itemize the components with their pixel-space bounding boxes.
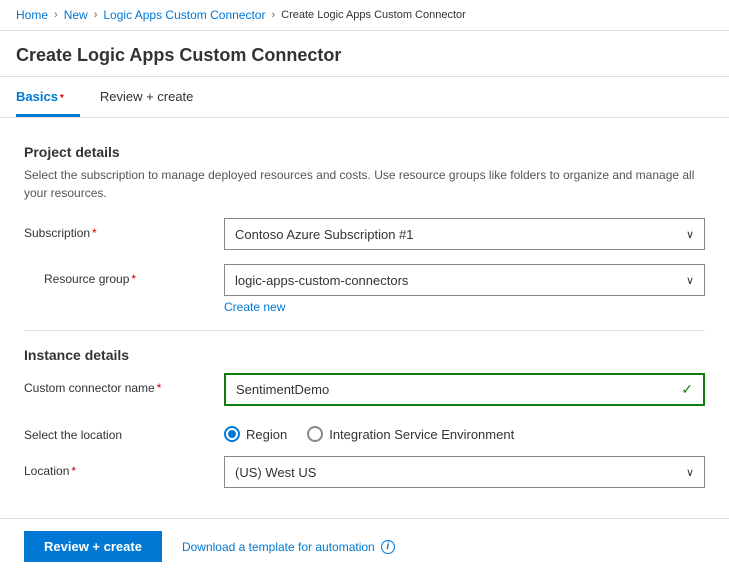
location-select[interactable]: (US) West US ∨ [224, 456, 705, 488]
project-details-title: Project details [24, 144, 705, 160]
location-type-row: Select the location Region Integration S… [24, 420, 705, 442]
connector-name-row: Custom connector name* SentimentDemo ✓ [24, 373, 705, 406]
radio-region-circle [224, 426, 240, 442]
create-new-link[interactable]: Create new [224, 300, 285, 314]
connector-name-control: SentimentDemo ✓ [224, 373, 705, 406]
footer: Review + create Download a template for … [0, 518, 729, 574]
location-type-control: Region Integration Service Environment [224, 420, 705, 442]
location-type-label: Select the location [24, 420, 224, 442]
location-label: Location* [24, 456, 224, 478]
review-create-button[interactable]: Review + create [24, 531, 162, 562]
breadcrumb-connector[interactable]: Logic Apps Custom Connector [103, 8, 265, 22]
subscription-select[interactable]: Contoso Azure Subscription #1 ∨ [224, 218, 705, 250]
template-link[interactable]: Download a template for automation i [182, 540, 395, 554]
radio-region[interactable]: Region [224, 426, 287, 442]
tab-basics[interactable]: Basics* [16, 77, 80, 117]
location-chevron-icon: ∨ [686, 466, 694, 479]
subscription-control: Contoso Azure Subscription #1 ∨ [224, 218, 705, 250]
instance-details-title: Instance details [24, 347, 705, 363]
breadcrumb-home[interactable]: Home [16, 8, 48, 22]
breadcrumb-current: Create Logic Apps Custom Connector [281, 9, 466, 21]
breadcrumb-new[interactable]: New [64, 8, 88, 22]
main-content: Project details Select the subscription … [0, 118, 729, 518]
resource-group-chevron-icon: ∨ [686, 274, 694, 287]
connector-name-input[interactable]: SentimentDemo ✓ [224, 373, 705, 406]
resource-group-label: Resource group* [44, 264, 244, 286]
location-row: Location* (US) West US ∨ [24, 456, 705, 488]
subscription-chevron-icon: ∨ [686, 228, 694, 241]
breadcrumb: Home › New › Logic Apps Custom Connector… [0, 0, 729, 31]
resource-group-select[interactable]: logic-apps-custom-connectors ∨ [224, 264, 705, 296]
location-control: (US) West US ∨ [224, 456, 705, 488]
tabs-container: Basics* Review + create [0, 77, 729, 118]
radio-ise-circle [307, 426, 323, 442]
section-divider [24, 330, 705, 331]
tab-review-create[interactable]: Review + create [100, 77, 210, 117]
resource-group-row: Resource group* logic-apps-custom-connec… [34, 264, 705, 314]
subscription-label: Subscription* [24, 218, 224, 240]
project-details-desc: Select the subscription to manage deploy… [24, 166, 705, 202]
radio-ise[interactable]: Integration Service Environment [307, 426, 514, 442]
info-icon: i [381, 540, 395, 554]
subscription-row: Subscription* Contoso Azure Subscription… [24, 218, 705, 250]
valid-check-icon: ✓ [681, 381, 693, 398]
connector-name-label: Custom connector name* [24, 373, 224, 395]
location-type-radio-group: Region Integration Service Environment [224, 420, 705, 442]
page-title: Create Logic Apps Custom Connector [0, 31, 729, 77]
resource-group-control: logic-apps-custom-connectors ∨ Create ne… [224, 264, 705, 314]
